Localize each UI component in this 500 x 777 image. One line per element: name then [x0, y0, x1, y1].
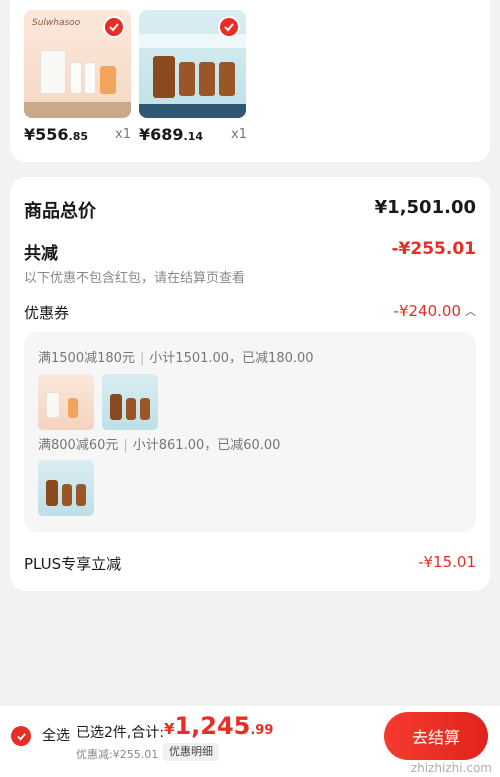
discount-detail-button[interactable]: 优惠明细 [163, 743, 219, 761]
reduction-note: 以下优惠不包含红包，请在结算页查看 [24, 271, 246, 286]
checkout-button[interactable]: 去结算 [384, 712, 488, 760]
plus-discount-label: PLUS专享立减 [24, 555, 122, 573]
select-all-label[interactable]: 全选 [42, 725, 70, 745]
grand-total: ¥1,245.99 [164, 712, 274, 740]
coupon-tier: 满1500减180元 | 小计1501.00，已减180.00 [38, 351, 314, 366]
coupon-value: -¥240.00 [393, 302, 461, 320]
price-summary-card: 商品总价 ¥1,501.00 共减 -¥255.01 以下优惠不包含红包，请在结… [10, 177, 490, 591]
coupon-toggle[interactable]: -¥240.00 ︿ [394, 302, 476, 320]
checkbox-checked-icon[interactable] [218, 16, 240, 38]
total-price-label: 商品总价 [24, 201, 96, 222]
product-image-esteelauder[interactable] [139, 10, 246, 118]
coupon-tier: 满800减60元 | 小计861.00，已减60.00 [38, 438, 281, 453]
product-card: Sulwhasoo ¥556.85 x1 ¥689.14 x1 [10, 0, 490, 162]
total-price-value: ¥1,501.00 [374, 197, 476, 218]
discount-summary: 优惠减:¥255.01 [76, 748, 159, 761]
product-quantity: x1 [115, 127, 131, 142]
coupon-detail-panel: 满1500减180元 | 小计1501.00，已减180.00 满800减60元 | 小… [24, 332, 476, 532]
product-image-sulwhasoo[interactable]: Sulwhasoo [24, 10, 131, 118]
product-price: ¥689.14 [139, 125, 204, 144]
product-quantity: x1 [231, 127, 247, 142]
checkout-bar: 全选 已选2件,合计: ¥1,245.99 优惠减:¥255.01 优惠明细 去… [0, 706, 500, 777]
checkbox-checked-icon[interactable] [103, 16, 125, 38]
select-all-checkbox-icon[interactable] [11, 726, 31, 746]
tier-product-thumb [38, 374, 94, 430]
product-price: ¥556.85 [24, 125, 89, 144]
tier-product-thumb [38, 460, 94, 516]
tier-product-thumb [102, 374, 158, 430]
selected-count: 已选2件,合计: [76, 725, 165, 741]
total-reduction-label: 共减 [24, 244, 58, 264]
plus-discount-value: -¥15.01 [418, 553, 476, 571]
brand-logo: Sulwhasoo [32, 18, 81, 28]
chevron-up-icon: ︿ [465, 305, 476, 318]
coupon-label[interactable]: 优惠券 [24, 302, 69, 323]
total-reduction-value: -¥255.01 [391, 239, 477, 259]
watermark: zhizhizhi.com [410, 761, 492, 775]
